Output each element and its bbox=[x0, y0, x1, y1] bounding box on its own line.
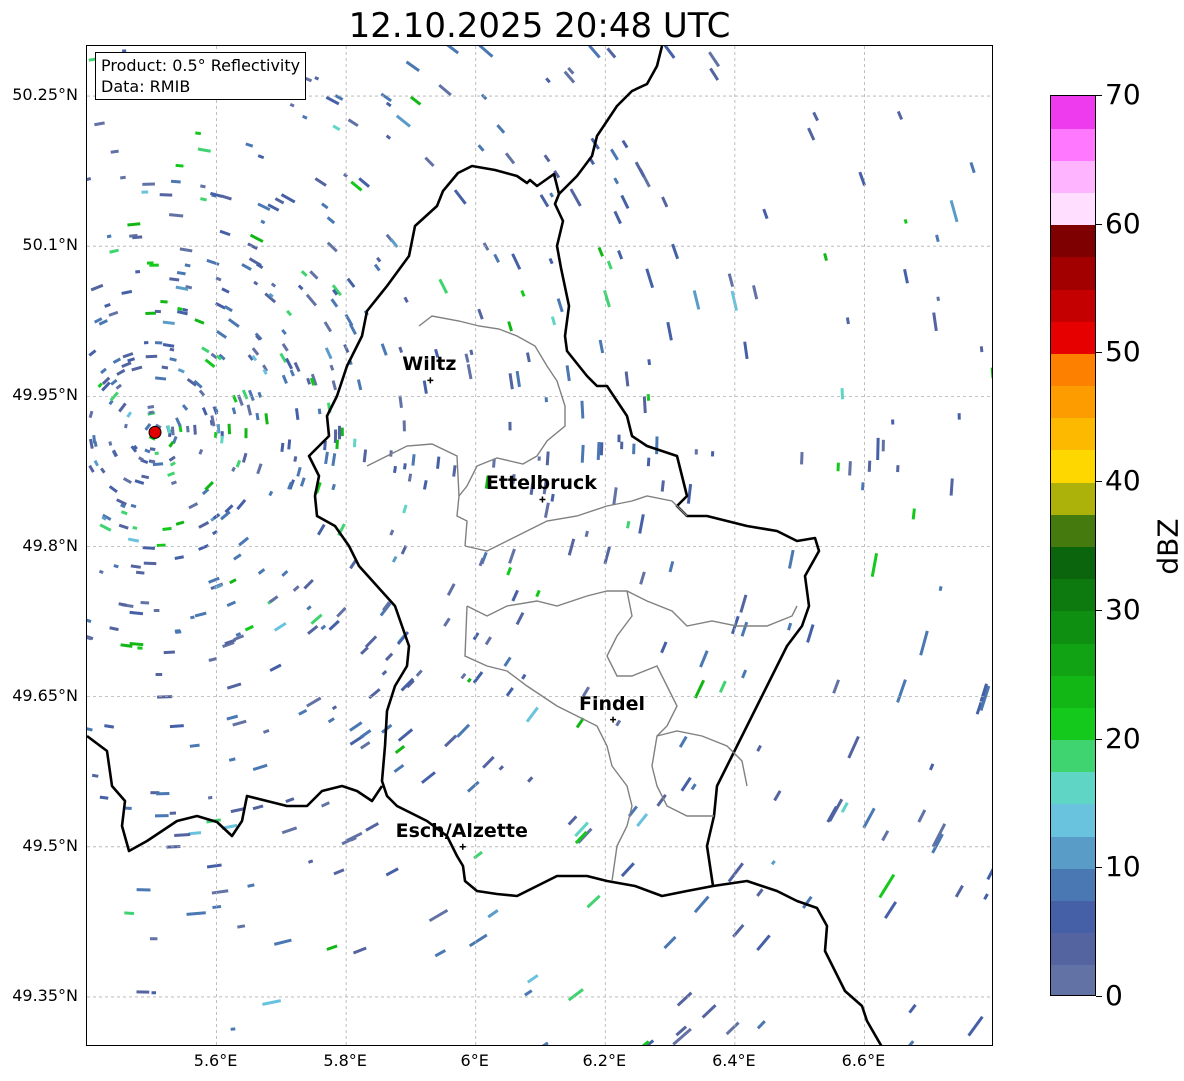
city-marker-icon bbox=[427, 377, 434, 384]
colorbar-segment bbox=[1051, 932, 1095, 966]
colorbar-segment bbox=[1051, 675, 1095, 708]
colorbar-segment bbox=[1051, 192, 1095, 226]
city-marker-icon bbox=[610, 716, 617, 723]
colorbar-segment bbox=[1051, 514, 1095, 547]
colorbar-segment bbox=[1051, 803, 1095, 837]
product-info-box: Product: 0.5° Reflectivity Data: RMIB bbox=[95, 52, 307, 100]
colorbar-segment bbox=[1051, 256, 1095, 290]
colorbar-tick-label: 20 bbox=[1105, 721, 1141, 755]
city-label: Findel bbox=[579, 692, 646, 715]
colorbar-segment bbox=[1051, 353, 1095, 387]
colorbar-segment bbox=[1051, 836, 1095, 869]
lon-tick-label: 6°E bbox=[460, 1051, 489, 1070]
colorbar-segment bbox=[1051, 482, 1095, 515]
colorbar-segment bbox=[1051, 321, 1095, 354]
colorbar-segment bbox=[1051, 964, 1095, 995]
colorbar-segment bbox=[1051, 289, 1095, 322]
colorbar-tick-mark bbox=[1096, 867, 1102, 869]
colorbar-tick-label: 50 bbox=[1105, 335, 1141, 369]
colorbar-segment bbox=[1051, 96, 1095, 129]
belgium-france-border bbox=[87, 734, 384, 853]
lat-tick-label: 50.25°N bbox=[12, 85, 78, 105]
colorbar-tick-label: 40 bbox=[1105, 464, 1141, 498]
germany-france-border bbox=[712, 879, 883, 1045]
city-marker-icon bbox=[539, 496, 546, 503]
product-label: Product: 0.5° Reflectivity bbox=[101, 56, 301, 75]
lon-tick-label: 5.6°E bbox=[193, 1051, 238, 1070]
colorbar-tick-label: 0 bbox=[1105, 979, 1123, 1012]
radar-map[interactable] bbox=[87, 46, 993, 1046]
colorbar-tick-label: 70 bbox=[1105, 78, 1141, 111]
colorbar-tick-label: 30 bbox=[1105, 592, 1141, 626]
city-label: Ettelbruck bbox=[485, 472, 597, 495]
lon-tick-label: 6.2°E bbox=[582, 1051, 627, 1070]
map-panel[interactable] bbox=[86, 45, 993, 1046]
colorbar-segment bbox=[1051, 546, 1095, 580]
colorbar-segment bbox=[1051, 900, 1095, 934]
colorbar-segment bbox=[1051, 868, 1095, 901]
colorbar-tick-mark bbox=[1096, 738, 1102, 740]
colorbar-tick-mark bbox=[1096, 352, 1102, 354]
colorbar-tick-label: 60 bbox=[1105, 206, 1141, 240]
canton-boundaries bbox=[366, 315, 798, 882]
colorbar-segment bbox=[1051, 739, 1095, 773]
city-label: Esch/Alzette bbox=[395, 819, 528, 842]
lon-tick-label: 6.4°E bbox=[712, 1051, 756, 1070]
colorbar-tick-mark bbox=[1096, 609, 1102, 611]
lon-tick-label: 6.6°E bbox=[841, 1051, 886, 1070]
lat-tick-label: 49.95°N bbox=[12, 385, 78, 405]
data-source-label: Data: RMIB bbox=[101, 77, 191, 96]
map-title: 12.10.2025 20:48 UTC bbox=[348, 6, 731, 46]
city-marker-icon bbox=[459, 843, 466, 850]
city-label: Wiltz bbox=[402, 353, 457, 376]
colorbar bbox=[1050, 95, 1096, 996]
colorbar-tick-mark bbox=[1096, 95, 1102, 96]
luxembourg-border bbox=[307, 164, 821, 898]
colorbar-segment bbox=[1051, 128, 1095, 161]
colorbar-tick-mark bbox=[1096, 996, 1102, 997]
colorbar-unit-label: dBZ bbox=[1151, 518, 1184, 575]
lat-tick-label: 49.8°N bbox=[22, 535, 78, 555]
colorbar-segment bbox=[1051, 771, 1095, 805]
lat-tick-label: 49.65°N bbox=[12, 685, 78, 705]
lat-tick-label: 49.5°N bbox=[22, 835, 78, 855]
colorbar-tick-label: 10 bbox=[1105, 850, 1141, 884]
colorbar-segment bbox=[1051, 707, 1095, 741]
colorbar-segment bbox=[1051, 449, 1095, 483]
colorbar-segment bbox=[1051, 643, 1095, 676]
lat-tick-label: 49.35°N bbox=[12, 985, 78, 1005]
colorbar-segment bbox=[1051, 160, 1095, 194]
colorbar-segment bbox=[1051, 610, 1095, 644]
lon-tick-label: 5.8°E bbox=[323, 1051, 367, 1070]
colorbar-tick-mark bbox=[1096, 223, 1102, 225]
colorbar-segment bbox=[1051, 578, 1095, 612]
radar-site-marker bbox=[148, 425, 162, 439]
colorbar-segment bbox=[1051, 224, 1095, 258]
belgium-germany-border bbox=[558, 46, 664, 195]
colorbar-segment bbox=[1051, 385, 1095, 419]
lat-tick-label: 50.1°N bbox=[22, 235, 78, 255]
reflectivity-echo-layer bbox=[87, 46, 992, 1045]
colorbar-tick-mark bbox=[1096, 481, 1102, 483]
colorbar-segment bbox=[1051, 417, 1095, 451]
